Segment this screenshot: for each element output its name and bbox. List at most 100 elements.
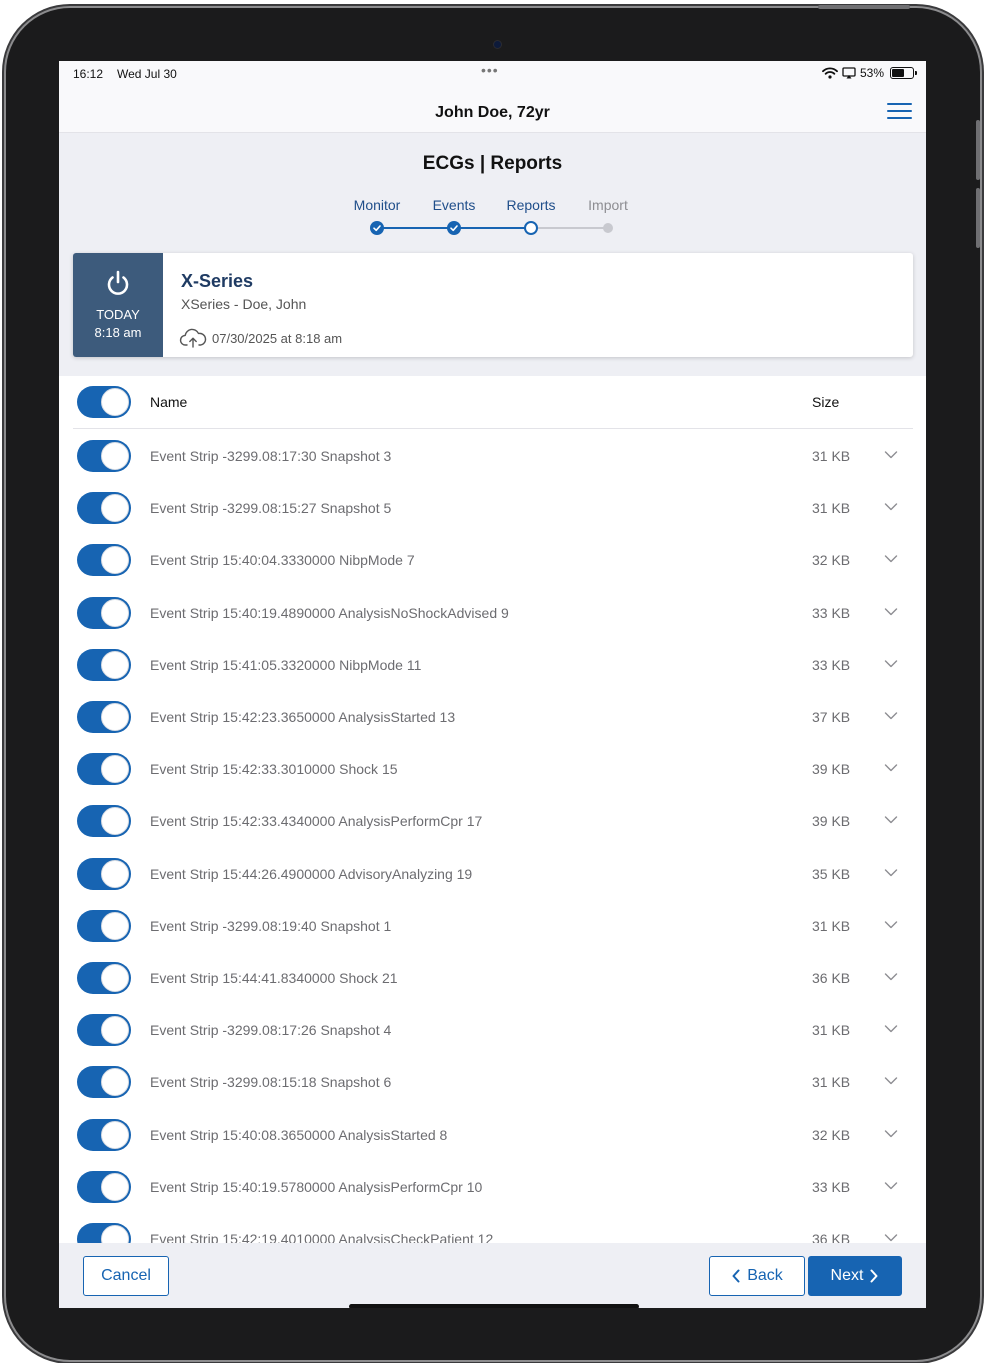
row-file-name: Event Strip -3299.08:19:40 Snapshot 1 bbox=[150, 917, 392, 934]
list-item[interactable]: Event Strip -3299.08:15:27 Snapshot 5 31 … bbox=[73, 482, 913, 534]
battery-icon bbox=[890, 67, 917, 79]
step-label-events[interactable]: Events bbox=[433, 197, 476, 213]
row-select-toggle[interactable] bbox=[77, 544, 131, 577]
cancel-button-label: Cancel bbox=[101, 1267, 151, 1284]
chevron-down-icon[interactable] bbox=[884, 711, 898, 721]
device-card: TODAY 8:18 am X-Series XSeries - Doe, Jo… bbox=[73, 253, 913, 357]
select-all-toggle[interactable] bbox=[77, 386, 131, 418]
row-file-size: 36 KB bbox=[812, 970, 851, 986]
row-file-name: Event Strip 15:42:33.3010000 Shock 15 bbox=[150, 761, 398, 778]
step-label-reports[interactable]: Reports bbox=[506, 197, 555, 213]
row-file-name: Event Strip 15:40:19.5780000 AnalysisPer… bbox=[150, 1178, 483, 1195]
chevron-left-icon bbox=[732, 1269, 740, 1283]
list-item[interactable]: Event Strip -3299.08:17:30 Snapshot 3 31 … bbox=[73, 430, 913, 482]
app-screen: 16:12 Wed Jul 30 ••• 53% John Doe, 72yr … bbox=[59, 61, 926, 1308]
hamburger-menu-icon[interactable] bbox=[887, 103, 912, 121]
list-item[interactable]: Event Strip 15:40:19.5780000 AnalysisPer… bbox=[73, 1161, 913, 1213]
row-file-name: Event Strip 15:44:41.8340000 Shock 21 bbox=[150, 970, 398, 986]
list-item[interactable]: Event Strip 15:42:19.4010000 AnalysisChe… bbox=[73, 1213, 913, 1243]
row-select-toggle[interactable] bbox=[77, 440, 131, 472]
chevron-down-icon[interactable] bbox=[884, 868, 898, 878]
chevron-right-icon bbox=[870, 1269, 878, 1283]
row-select-toggle[interactable] bbox=[77, 1223, 131, 1243]
row-file-size: 36 KB bbox=[812, 1231, 851, 1243]
cancel-button[interactable]: Cancel bbox=[83, 1256, 169, 1296]
list-item[interactable]: Event Strip 15:40:04.3330000 NibpMode 7 3… bbox=[73, 534, 913, 586]
next-button-label: Next bbox=[830, 1267, 864, 1284]
row-select-toggle[interactable] bbox=[77, 492, 131, 525]
chevron-down-icon[interactable] bbox=[884, 1181, 898, 1191]
device-subtitle: XSeries - Doe, John bbox=[181, 296, 307, 312]
reports-list: Name Size Event Strip -3299.08:17:30 Sna… bbox=[59, 376, 926, 1243]
row-select-toggle[interactable] bbox=[77, 1014, 131, 1047]
row-file-name: Event Strip -3299.08:17:26 Snapshot 4 bbox=[150, 1022, 392, 1039]
chevron-down-icon[interactable] bbox=[884, 920, 898, 930]
back-button[interactable]: Back bbox=[709, 1256, 805, 1296]
chevron-down-icon[interactable] bbox=[884, 1024, 898, 1034]
row-select-toggle[interactable] bbox=[77, 753, 131, 786]
list-item[interactable]: Event Strip 15:42:23.3650000 AnalysisSta… bbox=[73, 691, 913, 743]
stepper-line-pending bbox=[531, 227, 609, 229]
list-item[interactable]: Event Strip 15:42:33.3010000 Shock 15 39 … bbox=[73, 743, 913, 795]
back-button-label: Back bbox=[747, 1267, 783, 1284]
multitasking-dots-icon[interactable]: ••• bbox=[481, 62, 499, 78]
chevron-down-icon[interactable] bbox=[884, 763, 898, 773]
row-file-size: 39 KB bbox=[812, 813, 851, 830]
row-file-size: 31 KB bbox=[812, 917, 851, 934]
step-label-monitor[interactable]: Monitor bbox=[354, 197, 401, 213]
row-select-toggle[interactable] bbox=[77, 1066, 131, 1099]
list-item[interactable]: Event Strip 15:40:19.4890000 AnalysisNoS… bbox=[73, 587, 913, 639]
row-select-toggle[interactable] bbox=[77, 701, 131, 733]
row-file-size: 39 KB bbox=[812, 761, 851, 778]
list-item[interactable]: Event Strip -3299.08:19:40 Snapshot 1 31 … bbox=[73, 900, 913, 952]
row-file-name: Event Strip -3299.08:17:30 Snapshot 3 bbox=[150, 448, 392, 464]
row-select-toggle[interactable] bbox=[77, 1118, 131, 1151]
list-item[interactable]: Event Strip -3299.08:15:18 Snapshot 6 31 … bbox=[73, 1056, 913, 1108]
chevron-down-icon[interactable] bbox=[884, 1233, 898, 1243]
list-item[interactable]: Event Strip 15:41:05.3320000 NibpMode 11… bbox=[73, 639, 913, 691]
list-header: Name Size bbox=[73, 376, 913, 429]
row-file-name: Event Strip 15:42:19.4010000 AnalysisChe… bbox=[150, 1231, 494, 1243]
row-file-size: 31 KB bbox=[812, 1022, 851, 1039]
list-item[interactable]: Event Strip 15:42:33.4340000 AnalysisPer… bbox=[73, 795, 913, 847]
chevron-down-icon[interactable] bbox=[884, 972, 898, 982]
row-file-size: 33 KB bbox=[812, 604, 851, 621]
chevron-down-icon[interactable] bbox=[884, 1129, 898, 1139]
row-select-toggle[interactable] bbox=[77, 962, 131, 994]
home-indicator[interactable] bbox=[349, 1304, 639, 1308]
list-item[interactable]: Event Strip 15:44:41.8340000 Shock 21 36 … bbox=[73, 952, 913, 1004]
step-complete-check-icon[interactable] bbox=[447, 221, 461, 235]
list-item[interactable]: Event Strip 15:44:26.4900000 AdvisoryAna… bbox=[73, 848, 913, 900]
device-name: X-Series bbox=[181, 271, 254, 291]
row-select-toggle[interactable] bbox=[77, 805, 131, 838]
row-file-name: Event Strip -3299.08:15:18 Snapshot 6 bbox=[150, 1074, 392, 1091]
row-file-name: Event Strip 15:40:19.4890000 AnalysisNoS… bbox=[150, 604, 509, 621]
chevron-down-icon[interactable] bbox=[884, 502, 898, 512]
list-item[interactable]: Event Strip 15:40:08.3650000 AnalysisSta… bbox=[73, 1109, 913, 1161]
chevron-down-icon[interactable] bbox=[884, 1076, 898, 1086]
cloud-upload-icon bbox=[179, 328, 207, 348]
device-card-time: 8:18 am bbox=[94, 325, 142, 340]
next-button[interactable]: Next bbox=[808, 1256, 902, 1296]
list-item[interactable]: Event Strip -3299.08:17:26 Snapshot 4 31 … bbox=[73, 1004, 913, 1056]
chevron-down-icon[interactable] bbox=[884, 815, 898, 825]
wifi-icon bbox=[822, 67, 838, 79]
chevron-down-icon[interactable] bbox=[884, 659, 898, 669]
row-select-toggle[interactable] bbox=[77, 596, 131, 629]
row-select-toggle[interactable] bbox=[77, 909, 131, 942]
volume-down-button bbox=[976, 188, 980, 248]
step-complete-check-icon[interactable] bbox=[370, 221, 384, 235]
row-file-size: 32 KB bbox=[812, 552, 851, 569]
row-file-size: 37 KB bbox=[812, 709, 851, 725]
row-select-toggle[interactable] bbox=[77, 1170, 131, 1203]
row-select-toggle[interactable] bbox=[77, 648, 131, 681]
row-file-name: Event Strip 15:42:23.3650000 AnalysisSta… bbox=[150, 709, 456, 725]
chevron-down-icon[interactable] bbox=[884, 607, 898, 617]
row-select-toggle[interactable] bbox=[77, 857, 131, 890]
power-button bbox=[818, 5, 910, 9]
chevron-down-icon[interactable] bbox=[884, 554, 898, 564]
status-bar: 16:12 Wed Jul 30 ••• 53% bbox=[59, 61, 926, 87]
chevron-down-icon[interactable] bbox=[884, 450, 898, 460]
device-card-timestamp-panel: TODAY 8:18 am bbox=[73, 253, 163, 357]
step-current-dot[interactable] bbox=[524, 221, 538, 235]
